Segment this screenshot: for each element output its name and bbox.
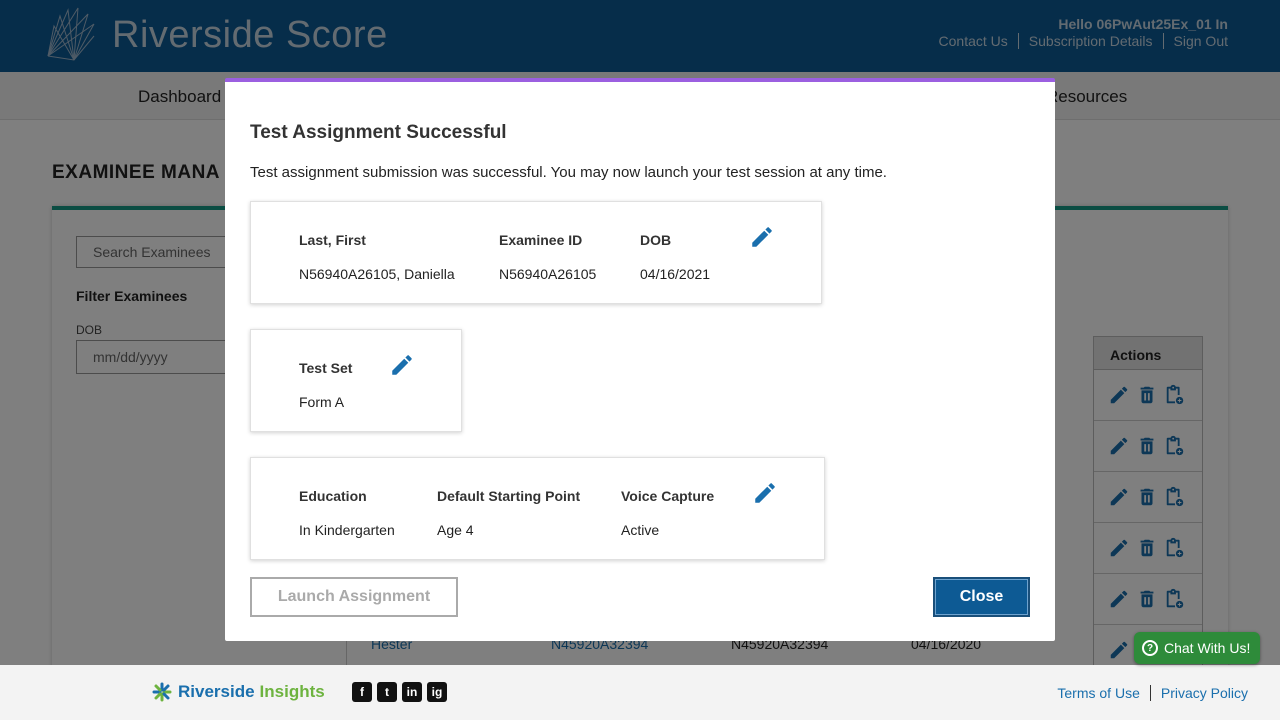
starting-point-field: Default Starting Point Age 4 — [437, 488, 580, 538]
examinee-id-label: Examinee ID — [499, 232, 583, 248]
test-set-label: Test Set — [299, 360, 353, 376]
terms-of-use-link[interactable]: Terms of Use — [1057, 685, 1139, 701]
chat-label: Chat With Us! — [1164, 640, 1251, 656]
dob-field: DOB 04/16/2021 — [640, 232, 710, 282]
footer: Riverside Insights f t in ig Terms of Us… — [0, 665, 1280, 720]
modal-title: Test Assignment Successful — [250, 122, 507, 143]
edit-test-set-button[interactable] — [389, 352, 415, 378]
starting-point-label: Default Starting Point — [437, 488, 581, 504]
name-label: Last, First — [299, 232, 366, 248]
test-set-field: Test Set Form A — [299, 360, 352, 410]
voice-capture-field: Voice Capture Active — [621, 488, 714, 538]
name-value: N56940A26105, Daniella — [299, 266, 455, 282]
pencil-icon — [755, 483, 775, 503]
pencil-icon — [392, 355, 412, 375]
footer-brand-b: Insights — [259, 682, 325, 701]
examinee-id-field: Examinee ID N56940A26105 — [499, 232, 596, 282]
examinee-info-card: Last, First N56940A26105, Daniella Exami… — [250, 201, 822, 304]
edit-settings-button[interactable] — [752, 480, 778, 506]
chat-button[interactable]: ? Chat With Us! — [1134, 632, 1260, 664]
social-links: f t in ig — [352, 682, 447, 702]
settings-card: Education In Kindergarten Default Starti… — [250, 457, 825, 560]
footer-links: Terms of Use Privacy Policy — [1057, 685, 1248, 701]
close-button[interactable]: Close — [933, 577, 1030, 617]
test-set-value: Form A — [299, 394, 345, 410]
dob-label: DOB — [640, 232, 672, 248]
starting-point-value: Age 4 — [437, 522, 474, 538]
pencil-icon — [752, 227, 772, 247]
facebook-icon[interactable]: f — [352, 682, 372, 702]
dob-value: 04/16/2021 — [640, 266, 711, 282]
starburst-icon — [152, 682, 172, 702]
linkedin-icon[interactable]: in — [402, 682, 422, 702]
voice-capture-label: Voice Capture — [621, 488, 715, 504]
examinee-id-value: N56940A26105 — [499, 266, 597, 282]
education-label: Education — [299, 488, 367, 504]
help-icon: ? — [1142, 640, 1158, 656]
launch-assignment-button[interactable]: Launch Assignment — [250, 577, 458, 617]
voice-capture-value: Active — [621, 522, 660, 538]
modal-message: Test assignment submission was successfu… — [250, 164, 887, 181]
twitter-icon[interactable]: t — [377, 682, 397, 702]
test-assignment-modal: Test Assignment Successful Test assignme… — [225, 78, 1055, 641]
name-field: Last, First N56940A26105, Daniella — [299, 232, 455, 282]
privacy-policy-link[interactable]: Privacy Policy — [1161, 685, 1248, 701]
education-field: Education In Kindergarten — [299, 488, 395, 538]
footer-brand-a: Riverside — [178, 682, 255, 701]
edit-examinee-button[interactable] — [749, 224, 775, 250]
divider — [1149, 685, 1151, 701]
test-set-card: Test Set Form A — [250, 329, 462, 432]
riverside-insights-logo[interactable]: Riverside Insights — [152, 682, 325, 702]
education-value: In Kindergarten — [299, 522, 395, 538]
instagram-icon[interactable]: ig — [427, 682, 447, 702]
